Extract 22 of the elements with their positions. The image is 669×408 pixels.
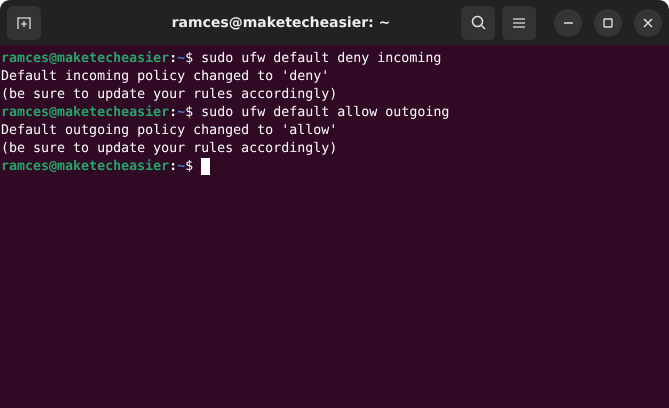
output-text: Default incoming policy changed to 'deny' [1,68,330,86]
output-text: (be sure to update your rules accordingly) [1,86,338,104]
menu-button[interactable] [502,6,536,40]
output-text: (be sure to update your rules accordingly) [1,140,338,158]
minimize-button[interactable] [554,8,582,36]
shell-prompt: ramces@maketecheasier:~$ [1,104,194,122]
output-text: Default outgoing policy changed to 'allow' [1,122,338,140]
new-tab-icon [17,16,31,30]
minimize-icon [564,22,572,24]
search-button[interactable] [461,6,495,40]
shell-prompt: ramces@maketecheasier:~$ [1,158,194,176]
command-text: sudo ufw default deny incoming [200,50,442,68]
menu-icon [513,18,525,28]
close-icon [643,18,653,28]
shell-prompt: ramces@maketecheasier:~$ [1,50,194,68]
command-text: sudo ufw default allow outgoing [200,104,450,122]
maximize-button[interactable] [594,8,622,36]
maximize-icon [603,18,613,28]
close-button[interactable] [634,8,662,36]
new-tab-button[interactable] [7,6,41,40]
search-icon [470,15,486,30]
window-title: ramces@maketecheasier: ~ [170,14,392,30]
